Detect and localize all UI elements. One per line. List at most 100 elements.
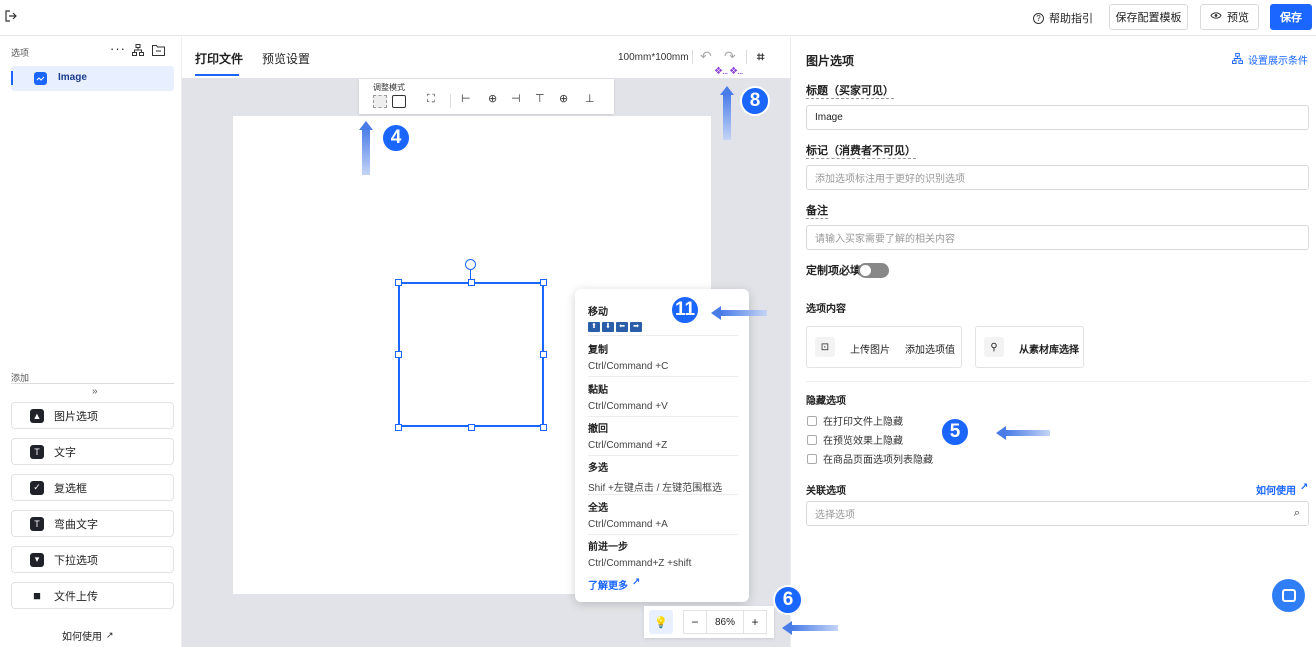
align-bottom-icon[interactable]: ⊥ xyxy=(585,92,595,105)
menu-item-shortcut: Ctrl/Command +A xyxy=(588,519,668,530)
resize-handle[interactable] xyxy=(395,279,402,286)
add-image-option-button[interactable]: ▲ 图片选项 xyxy=(11,402,174,429)
save-template-button[interactable]: 保存配置模板 xyxy=(1109,4,1188,30)
menu-item-title: 黏贴 xyxy=(588,385,608,396)
align-top-icon[interactable]: ⊤ xyxy=(535,92,545,105)
resize-handle[interactable] xyxy=(468,424,475,431)
preview-button[interactable]: 预览 xyxy=(1200,4,1259,30)
menu-item-select-all[interactable]: 全选 Ctrl/Command +A xyxy=(588,499,738,535)
hide-on-print-checkbox[interactable]: 在打印文件上隐藏 xyxy=(807,413,903,428)
active-tab-indicator xyxy=(195,74,239,76)
menu-item-paste[interactable]: 黏贴 Ctrl/Command +V xyxy=(588,381,738,417)
title-input[interactable]: Image xyxy=(806,105,1309,130)
note-input[interactable]: 请输入买家需要了解的相关内容 xyxy=(806,225,1309,250)
mark-input[interactable]: 添加选项标注用于更好的识别选项 xyxy=(806,165,1309,190)
layer-item-label: Image xyxy=(58,72,87,83)
menu-item-shortcut: Ctrl/Command +Z xyxy=(588,440,668,451)
add-item-label: 文件上传 xyxy=(54,590,98,603)
rotate-handle-icon[interactable] xyxy=(465,259,476,270)
align-center-v-icon[interactable]: ⊕ xyxy=(559,92,568,105)
redo-icon[interactable]: ↷ xyxy=(724,48,736,65)
divider xyxy=(746,50,747,64)
hide-on-preview-checkbox[interactable]: 在预览效果上隐藏 xyxy=(807,432,903,447)
add-item-label: 复选框 xyxy=(54,482,87,495)
add-dropdown-button[interactable]: ▾ 下拉选项 xyxy=(11,546,174,573)
hierarchy-icon[interactable] xyxy=(132,44,144,59)
divider xyxy=(692,50,693,64)
tab-preview-settings[interactable]: 预览设置 xyxy=(262,50,310,67)
chat-support-icon[interactable] xyxy=(1272,579,1305,612)
tab-print-file[interactable]: 打印文件 xyxy=(195,50,243,67)
resize-handle[interactable] xyxy=(468,279,475,286)
menu-item-copy[interactable]: 复制 Ctrl/Command +C xyxy=(588,341,738,377)
annotation-marker-5: 5 xyxy=(940,417,970,447)
folder-icon[interactable] xyxy=(152,44,165,59)
display-condition-label: 设置展示条件 xyxy=(1248,56,1308,67)
hierarchy-icon xyxy=(1232,52,1243,67)
upload-image-card[interactable]: ⊡ 上传图片 添加选项值 xyxy=(806,326,962,368)
annotation-marker-11: 11 xyxy=(670,295,700,325)
menu-item-shortcut: Ctrl/Command+Z +shift xyxy=(588,558,692,569)
hide-on-product-page-checkbox[interactable]: 在商品页面选项列表隐藏 xyxy=(807,451,933,466)
arrow-head xyxy=(359,121,373,130)
from-library-card[interactable]: ⚲ 从素材库选择 xyxy=(975,326,1084,368)
resize-handle[interactable] xyxy=(540,424,547,431)
add-file-upload-button[interactable]: ■ 文件上传 xyxy=(11,582,174,609)
exit-icon[interactable] xyxy=(4,9,18,23)
menu-item-multi-select[interactable]: 多选 Shif +左键点击 / 左键范围框选 xyxy=(588,459,738,495)
how-to-use-link[interactable]: 如何使用 ↗ xyxy=(1256,482,1308,497)
canvas-size: 100mm*100mm xyxy=(618,52,689,63)
menu-item-shortcut: Shif +左键点击 / 左键范围框选 xyxy=(588,483,723,494)
crop-mode-icon[interactable] xyxy=(373,95,387,108)
canvas-tabs: 打印文件 预览设置 100mm*100mm ↶ ↷ ⌗ ❖... ❖... xyxy=(182,37,790,78)
resize-handle[interactable] xyxy=(540,279,547,286)
annotation-arrow xyxy=(721,310,767,316)
help-guide-link[interactable]: ? 帮助指引 xyxy=(1033,10,1093,26)
crop-icon[interactable]: ⌗ xyxy=(757,49,764,65)
undo-icon[interactable]: ↶ xyxy=(700,48,712,65)
dropdown-icon: ▾ xyxy=(30,552,44,567)
resize-handle[interactable] xyxy=(540,351,547,358)
menu-item-undo[interactable]: 撤回 Ctrl/Command +Z xyxy=(588,420,738,456)
add-value-label[interactable]: 添加选项值 xyxy=(905,341,955,356)
add-item-label: 图片选项 xyxy=(54,410,98,423)
add-curved-text-button[interactable]: T 弯曲文字 xyxy=(11,510,174,537)
collapse-icon[interactable]: » xyxy=(92,386,98,397)
add-item-label: 文字 xyxy=(54,446,76,459)
image-element[interactable] xyxy=(398,282,544,427)
fill-mode-icon[interactable] xyxy=(392,95,406,108)
resize-handle[interactable] xyxy=(395,351,402,358)
how-to-use-link[interactable]: 如何使用 ↗ xyxy=(62,628,114,643)
zoom-in-button[interactable]: + xyxy=(743,610,767,634)
required-toggle[interactable] xyxy=(858,263,889,278)
external-link-icon: ↗ xyxy=(1300,482,1309,493)
annotation-marker-4: 4 xyxy=(381,123,411,153)
menu-item-title: 全选 xyxy=(588,503,608,514)
shortcut-menu: 移动 ⬆ ⬇ ⬅ ➡ 复制 Ctrl/Command +C 黏贴 Ctrl/Comm… xyxy=(575,289,749,602)
how-to-use-label: 如何使用 xyxy=(62,632,102,643)
checkbox-label: 在预览效果上隐藏 xyxy=(823,436,903,447)
toggle-knob xyxy=(860,265,871,276)
how-to-use-label: 如何使用 xyxy=(1256,486,1296,497)
add-text-button[interactable]: T 文字 xyxy=(11,438,174,465)
align-right-icon[interactable]: ⊣ xyxy=(511,92,521,105)
layer-item-image[interactable]: Image xyxy=(11,66,174,91)
learn-more-link[interactable]: 了解更多 ↗ xyxy=(588,577,640,592)
align-left-icon[interactable]: ⊢ xyxy=(461,92,471,105)
left-panel: 选项 ··· Image 添加 » ▲ 图片选项 T 文字 ✓ 复选框 T 弯曲文字 ▾… xyxy=(0,37,182,647)
zoom-level: 86% xyxy=(707,610,743,634)
display-condition-link[interactable]: 设置展示条件 xyxy=(1232,52,1308,67)
zoom-out-button[interactable]: − xyxy=(683,610,707,634)
save-button[interactable]: 保存 xyxy=(1270,4,1312,30)
options-title: 选项 xyxy=(11,48,30,58)
related-select[interactable]: 选择选项 ⌕ xyxy=(806,501,1309,526)
more-icon[interactable]: ··· xyxy=(110,41,126,56)
align-center-h-icon[interactable]: ⊕ xyxy=(488,92,497,105)
resize-handle[interactable] xyxy=(395,424,402,431)
fullscreen-icon[interactable]: ⛶ xyxy=(427,93,435,106)
arrow-head xyxy=(711,306,721,320)
add-checkbox-button[interactable]: ✓ 复选框 xyxy=(11,474,174,501)
lightbulb-icon[interactable]: 💡 xyxy=(649,610,673,634)
menu-item-title: 多选 xyxy=(588,463,608,474)
menu-item-redo[interactable]: 前进一步 Ctrl/Command+Z +shift xyxy=(588,538,738,574)
